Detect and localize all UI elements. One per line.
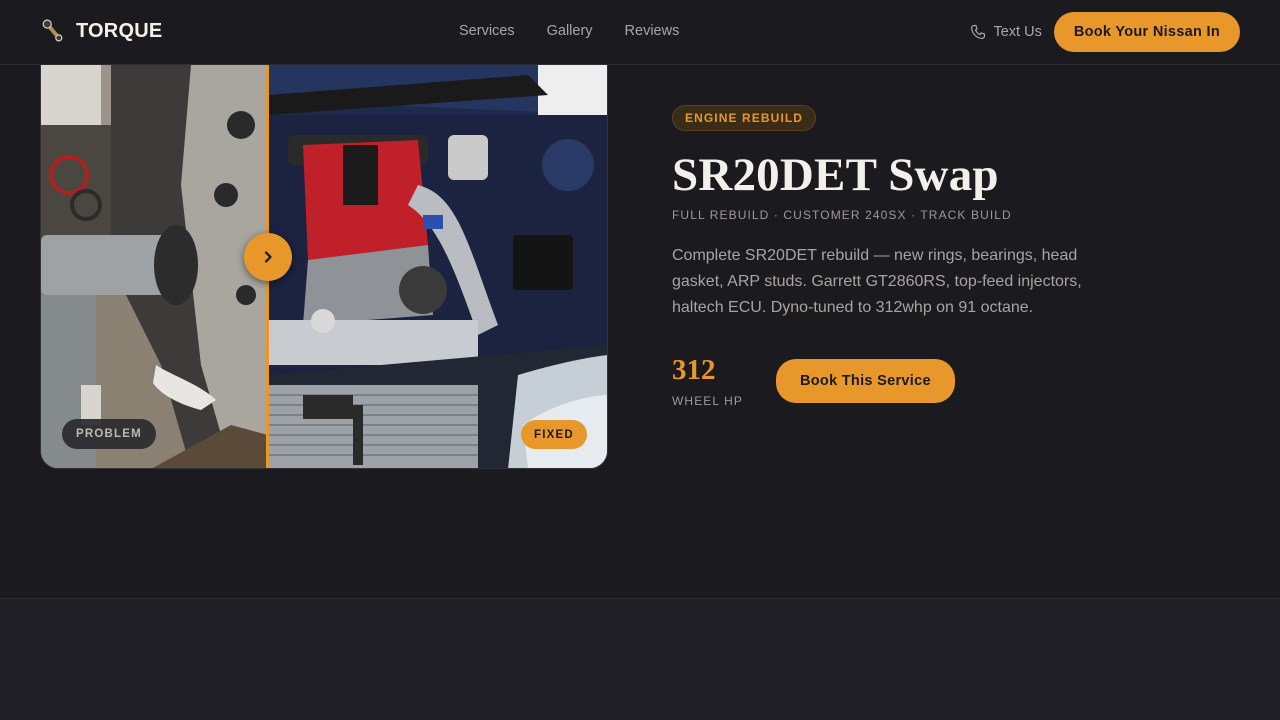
phone-icon [971, 24, 986, 39]
text-us-label: Text Us [993, 24, 1042, 40]
before-after-slider[interactable]: PROBLEM FIXED [40, 65, 608, 469]
category-badge: ENGINE REBUILD [672, 105, 817, 131]
after-image [268, 65, 607, 468]
chevron-right-icon [264, 251, 272, 263]
next-section [0, 598, 1280, 720]
horsepower-value: 312 [672, 354, 716, 386]
nav-link-services[interactable]: Services [459, 23, 515, 39]
engine-block-stand-image [41, 65, 268, 468]
book-nissan-button[interactable]: Book Your Nissan In [1053, 12, 1240, 52]
engine-bay-image [268, 65, 607, 468]
brand-name: TORQUE [76, 19, 163, 42]
nav-link-reviews[interactable]: Reviews [625, 23, 680, 39]
top-nav: TORQUE Services Gallery Reviews Text Us … [0, 0, 1280, 65]
nav-actions: Text Us Book Your Nissan In [970, 12, 1240, 52]
fixed-tag: FIXED [521, 420, 587, 449]
problem-tag: PROBLEM [62, 419, 156, 449]
service-meta: FULL REBUILD · CUSTOMER 240SX · TRACK BU… [672, 208, 1012, 222]
horsepower-label: WHEEL HP [672, 394, 744, 408]
nav-links: Services Gallery Reviews [459, 23, 679, 39]
service-description: Complete SR20DET rebuild — new rings, be… [672, 247, 1082, 316]
nav-link-gallery[interactable]: Gallery [547, 23, 593, 39]
text-us-link[interactable]: Text Us [970, 24, 1042, 40]
before-image [41, 65, 268, 468]
wrench-logo-icon [42, 19, 63, 42]
brand[interactable]: TORQUE [40, 18, 162, 44]
book-service-button[interactable]: Book This Service [776, 359, 955, 403]
service-title: SR20DET Swap [672, 149, 999, 201]
compare-handle[interactable] [244, 233, 292, 281]
